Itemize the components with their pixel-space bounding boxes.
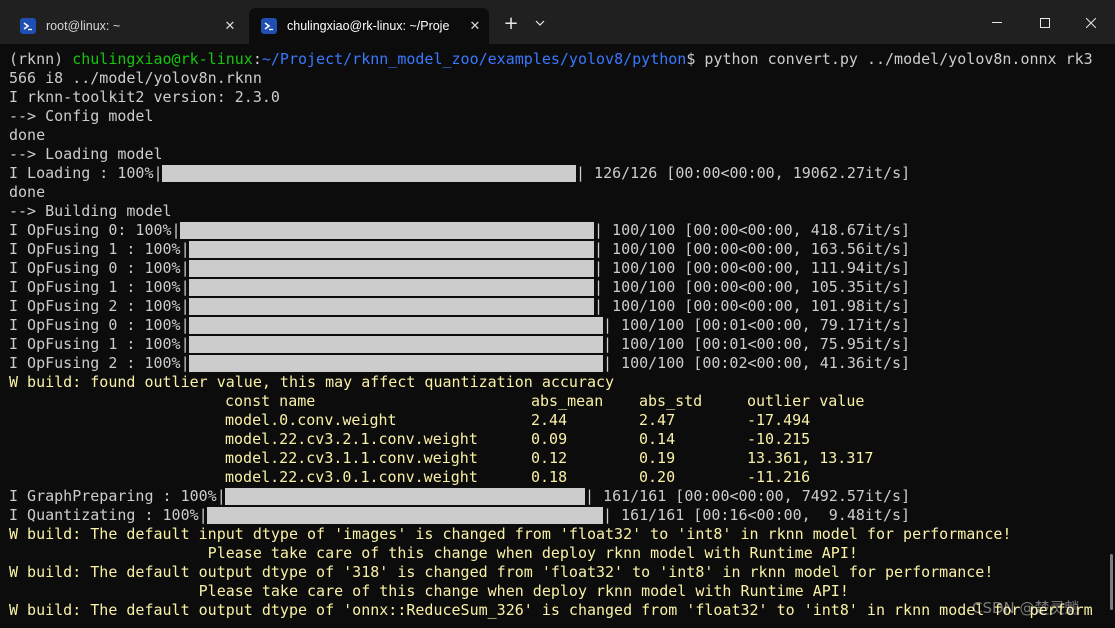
prompt-dollar: $ (686, 50, 696, 68)
progress-stats: | 161/161 [00:16<00:00, 9.48it/s] (603, 506, 911, 524)
progress-label: I OpFusing 1 : 100%| (9, 335, 190, 353)
loading-line: --> Loading model (9, 145, 163, 163)
table-cell: 0.09 (531, 430, 568, 448)
table-cell: model.22.cv3.0.1.conv.weight (225, 468, 478, 486)
watermark: CSDN @楚灵魈 (972, 599, 1080, 617)
progress-bar-fill (189, 298, 594, 315)
progress-label: I GraphPreparing : 100%| (9, 487, 226, 505)
chevron-down-icon[interactable] (529, 8, 551, 38)
table-header-mean: abs_mean (531, 392, 604, 410)
progress-bar-fill (189, 241, 594, 258)
tab-label: chulingxiao@rk-linux: ~/Proje (287, 19, 450, 33)
terminal-icon (20, 18, 36, 34)
terminal-icon (261, 18, 277, 34)
table-cell: -17.494 (747, 411, 811, 429)
table-cell: model.0.conv.weight (225, 411, 397, 429)
progress-label: I OpFusing 0 : 100%| (9, 259, 190, 277)
table-cell: 2.47 (639, 411, 676, 429)
warning-line: W build: The default input dtype of 'ima… (9, 525, 1012, 543)
tab-label: root@linux: ~ (46, 19, 121, 33)
table-cell: 0.12 (531, 449, 568, 467)
warning-line: W build: The default output dtype of '31… (9, 563, 994, 581)
progress-label: I OpFusing 1 : 100%| (9, 278, 190, 296)
progress-stats: | 100/100 [00:00<00:00, 101.98it/s] (594, 297, 911, 315)
prompt-env: (rknn) (9, 50, 73, 68)
progress-bar-fill (162, 165, 576, 182)
progress-label: I OpFusing 0 : 100%| (9, 316, 190, 334)
building-line: --> Building model (9, 202, 172, 220)
progress-label: I OpFusing 2 : 100%| (9, 297, 190, 315)
close-icon[interactable]: ✕ (216, 18, 244, 34)
done-line: done (9, 183, 46, 201)
table-cell: 0.19 (639, 449, 676, 467)
table-header-outlier: outlier value (747, 392, 865, 410)
new-tab-button[interactable]: + (497, 8, 525, 38)
close-window-button[interactable] (1069, 8, 1113, 38)
tab-root-linux[interactable]: root@linux: ~ ✕ (8, 8, 244, 44)
outlier-warning: W build: found outlier value, this may a… (9, 373, 615, 391)
progress-bar-fill (189, 317, 603, 334)
progress-stats: | 100/100 [00:00<00:00, 105.35it/s] (594, 278, 911, 296)
command-text: python convert.py ../model/yolov8n.onnx … (695, 50, 1093, 68)
table-cell: 0.20 (639, 468, 676, 486)
prompt-line: (rknn) chulingxiao@rk-linux:~/Project/rk… (9, 50, 1093, 69)
table-header-std: abs_std (639, 392, 703, 410)
table-cell: model.22.cv3.2.1.conv.weight (225, 430, 478, 448)
progress-stats: | 100/100 [00:01<00:00, 75.95it/s] (603, 335, 911, 353)
progress-label: I OpFusing 2 : 100%| (9, 354, 190, 372)
warning-line: Please take care of this change when dep… (9, 582, 849, 600)
prompt-path: ~/Project/rknn_model_zoo/examples/yolov8… (261, 50, 687, 68)
progress-bar-fill (189, 279, 594, 296)
prompt-user-host: chulingxiao@rk-linux (72, 50, 253, 68)
table-cell: -11.216 (747, 468, 811, 486)
warning-line: W build: The default output dtype of 'on… (9, 601, 1093, 619)
scrollbar-thumb[interactable] (1110, 554, 1113, 610)
config-line: --> Config model (9, 107, 154, 125)
minimize-button[interactable] (975, 8, 1019, 38)
progress-bar-fill (189, 355, 603, 372)
done-line: done (9, 126, 46, 144)
progress-bar-fill (207, 507, 603, 524)
progress-label: I Quantizating : 100%| (9, 506, 208, 524)
table-header-name: const name (225, 392, 316, 410)
progress-stats: | 100/100 [00:02<00:00, 41.36it/s] (603, 354, 911, 372)
table-cell: -10.215 (747, 430, 811, 448)
progress-bar-fill (180, 222, 594, 239)
progress-label: I Loading : 100%| (9, 164, 163, 182)
table-cell: 2.44 (531, 411, 568, 429)
table-cell: model.22.cv3.1.1.conv.weight (225, 449, 478, 467)
progress-stats: | 100/100 [00:00<00:00, 163.56it/s] (594, 240, 911, 258)
table-cell: 0.14 (639, 430, 676, 448)
close-icon[interactable]: ✕ (461, 18, 489, 34)
progress-stats: | 100/100 [00:01<00:00, 79.17it/s] (603, 316, 911, 334)
progress-bar-fill (189, 336, 603, 353)
table-cell: 0.18 (531, 468, 568, 486)
progress-stats: | 126/126 [00:00<00:00, 19062.27it/s] (576, 164, 911, 182)
progress-stats: | 100/100 [00:00<00:00, 111.94it/s] (594, 259, 911, 277)
maximize-button[interactable] (1023, 8, 1067, 38)
terminal-output[interactable]: (rknn) chulingxiao@rk-linux:~/Project/rk… (0, 44, 1115, 628)
progress-label: I OpFusing 0: 100%| (9, 221, 181, 239)
progress-bar-fill (189, 260, 594, 277)
version-line: I rknn-toolkit2 version: 2.3.0 (9, 88, 280, 106)
progress-stats: | 100/100 [00:00<00:00, 418.67it/s] (594, 221, 911, 239)
title-bar: root@linux: ~ ✕ chulingxiao@rk-linux: ~/… (0, 0, 1115, 44)
progress-bar-fill (225, 488, 585, 505)
prompt-separator: : (252, 50, 262, 68)
command-continuation: 566 i8 ../model/yolov8n.rknn (9, 69, 262, 87)
warning-line: Please take care of this change when dep… (9, 544, 858, 562)
progress-label: I OpFusing 1 : 100%| (9, 240, 190, 258)
table-cell: 13.361, 13.317 (747, 449, 874, 467)
tab-chulingxiao[interactable]: chulingxiao@rk-linux: ~/Proje ✕ (249, 8, 489, 44)
progress-stats: | 161/161 [00:00<00:00, 7492.57it/s] (585, 487, 911, 505)
